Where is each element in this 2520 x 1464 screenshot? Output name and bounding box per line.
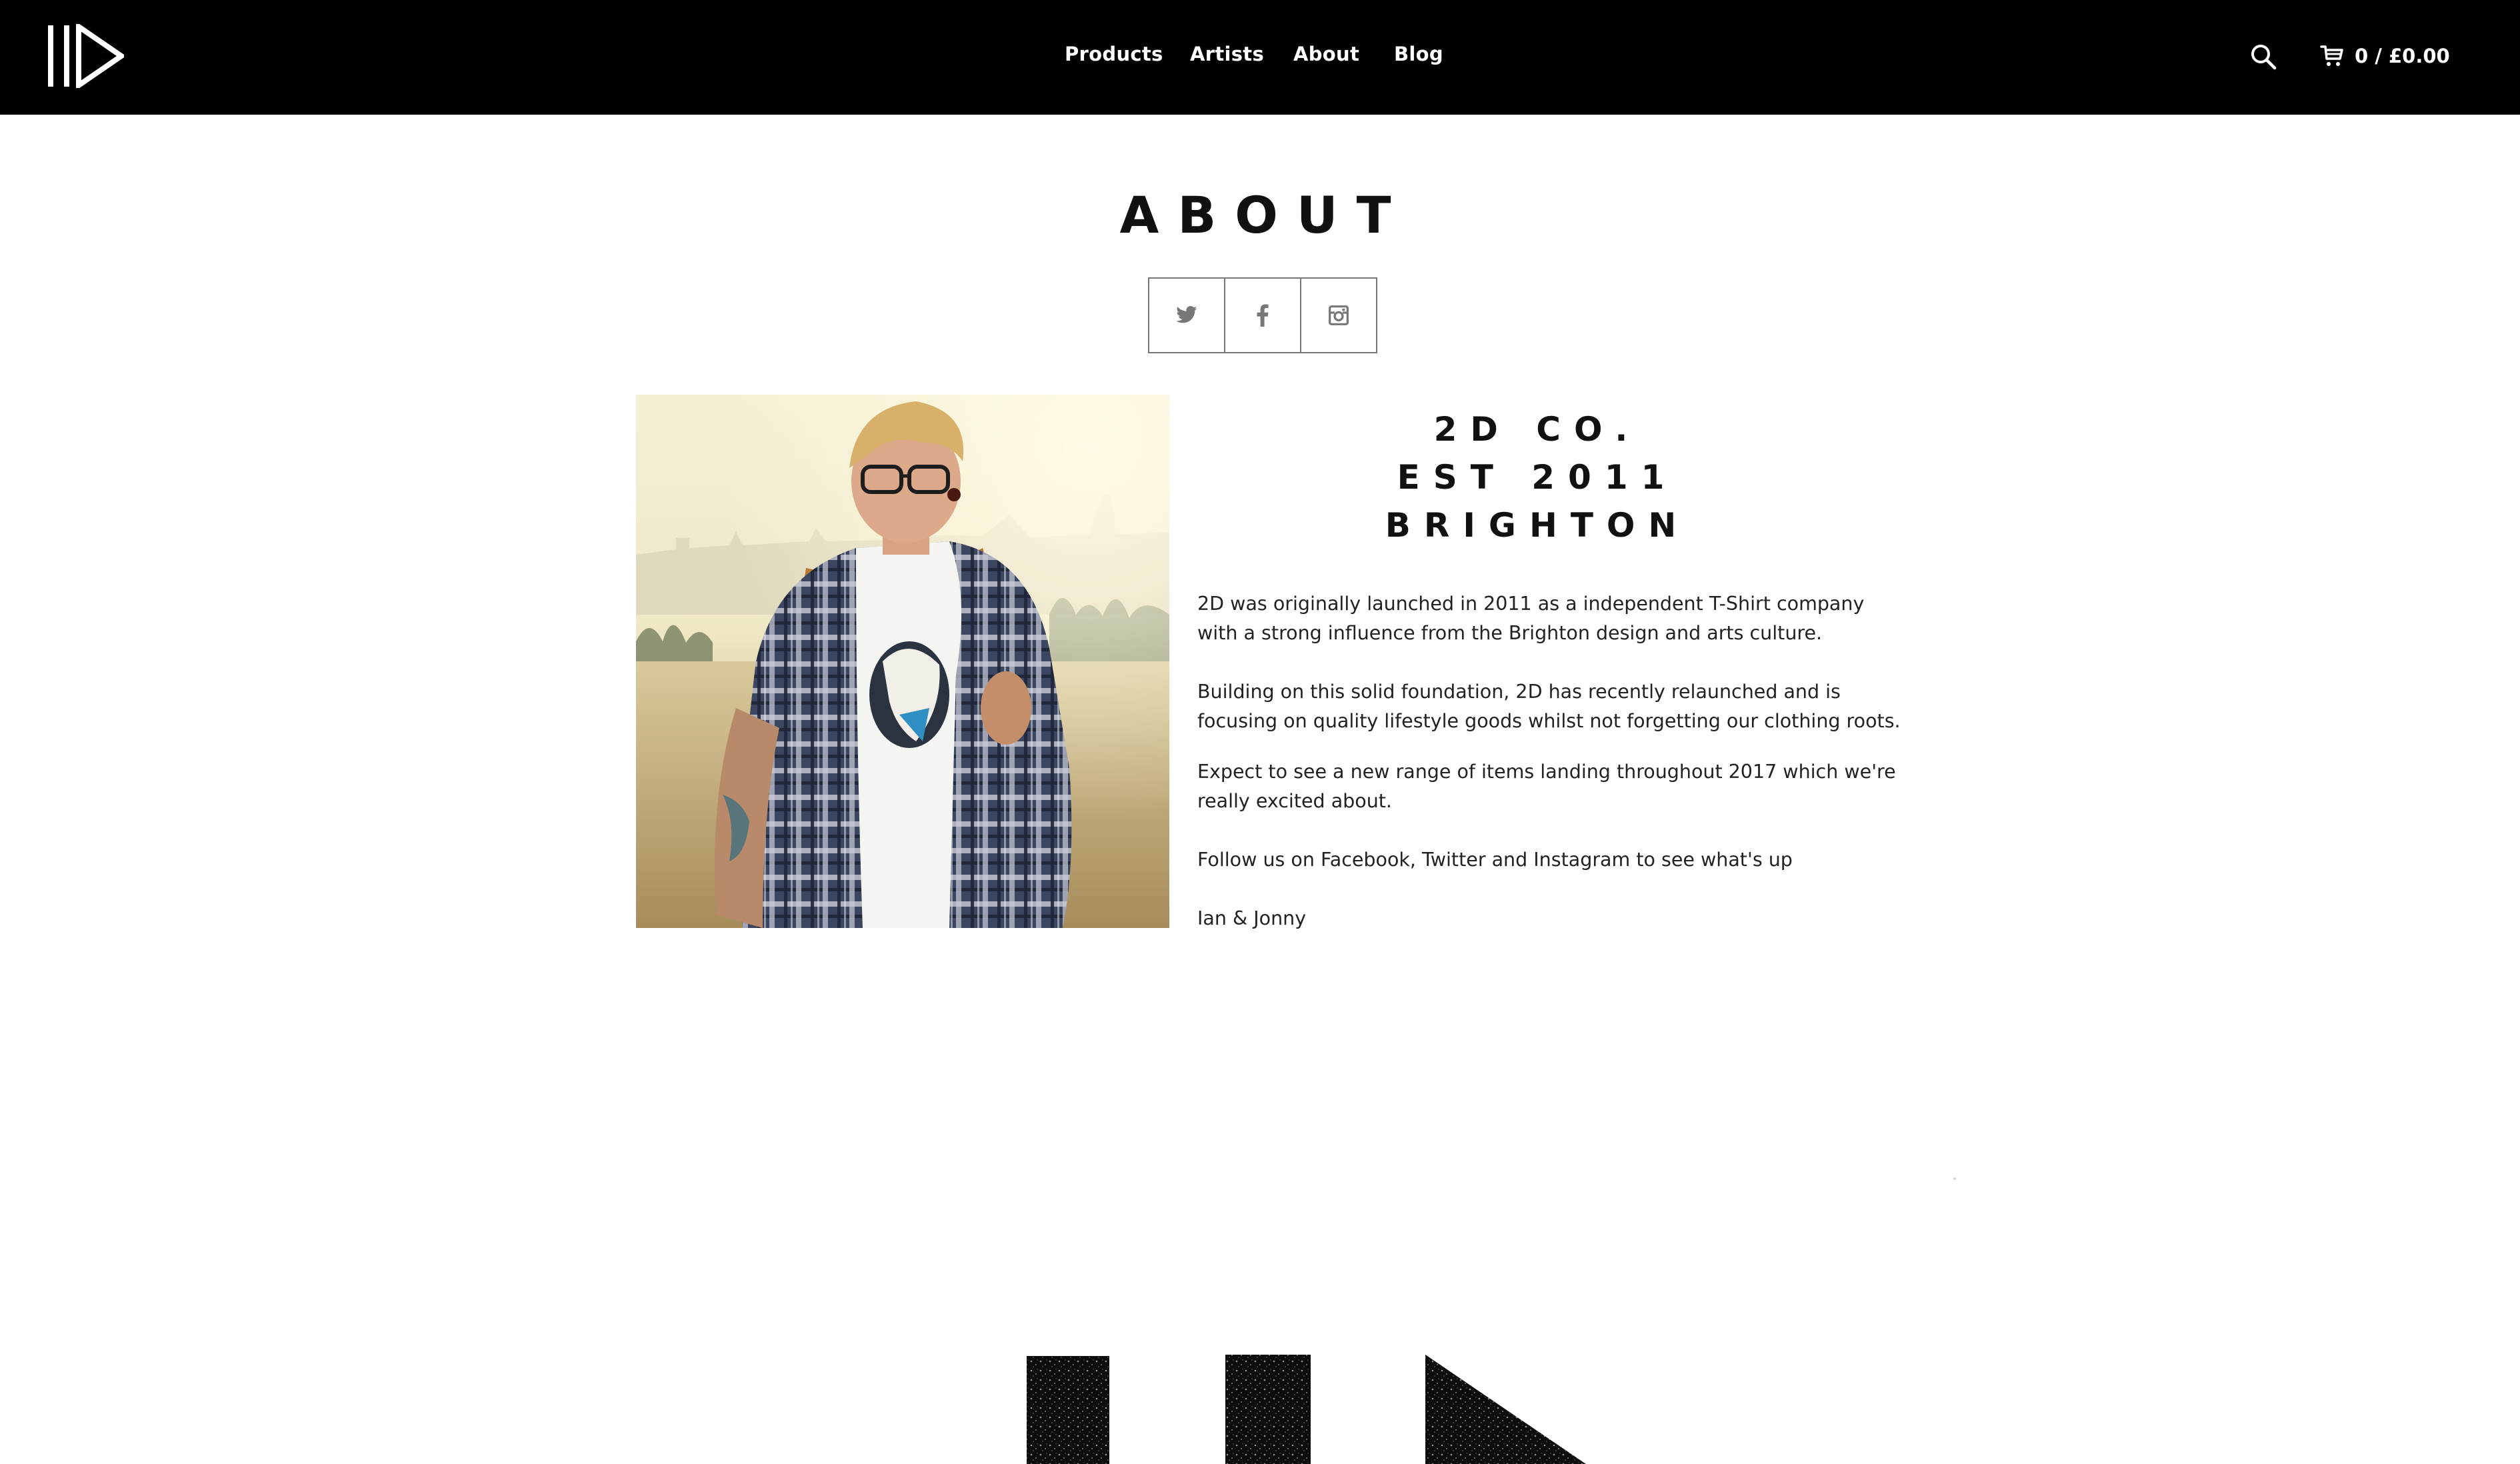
founder-photo (636, 395, 1169, 928)
logo-2d[interactable] (47, 24, 124, 88)
facebook-icon (1257, 304, 1269, 327)
nav-products[interactable]: Products (1065, 43, 1163, 65)
cart-icon (2320, 45, 2343, 66)
cart-total: 0 / £0.00 (2355, 45, 2450, 67)
heading-line: BRIGHTON (1385, 506, 1690, 545)
nav-about[interactable]: About (1293, 43, 1359, 65)
about-paragraph: 2D was originally launched in 2011 as a … (1197, 593, 1865, 644)
about-paragraph: Building on this solid foundation, 2D ha… (1197, 681, 1901, 732)
about-paragraph: Follow us on Facebook, Twitter and Insta… (1197, 849, 1793, 871)
page-title: ABOUT (1119, 185, 1410, 245)
large-2d-logo (1027, 1355, 1586, 1464)
photo-illustration (636, 395, 1169, 928)
facebook-link[interactable] (1224, 277, 1301, 353)
twitter-link[interactable] (1148, 277, 1225, 353)
heading-line: EST 2011 (1397, 458, 1678, 497)
decorative-dot (1953, 1177, 1956, 1180)
about-page: Products Artists About Blog 0 / £0.00 AB… (0, 0, 2520, 1464)
instagram-icon (1329, 305, 1349, 325)
nav-artists[interactable]: Artists (1190, 43, 1264, 65)
main-nav: Products Artists About Blog (0, 0, 2520, 115)
site-header: Products Artists About Blog 0 / £0.00 (0, 0, 2520, 115)
social-links (1148, 277, 1377, 353)
search-icon[interactable] (2249, 43, 2277, 71)
nav-blog[interactable]: Blog (1394, 43, 1443, 65)
heading-line: 2D CO. (1433, 410, 1641, 449)
twitter-icon (1176, 305, 1197, 323)
instagram-link[interactable] (1300, 277, 1377, 353)
company-heading: 2D CO. EST 2011 BRIGHTON (1197, 405, 1877, 549)
signature: Ian & Jonny (1197, 907, 1307, 929)
about-paragraph: Expect to see a new range of items landi… (1197, 761, 1896, 812)
cart-button[interactable]: 0 / £0.00 (2320, 41, 2450, 71)
